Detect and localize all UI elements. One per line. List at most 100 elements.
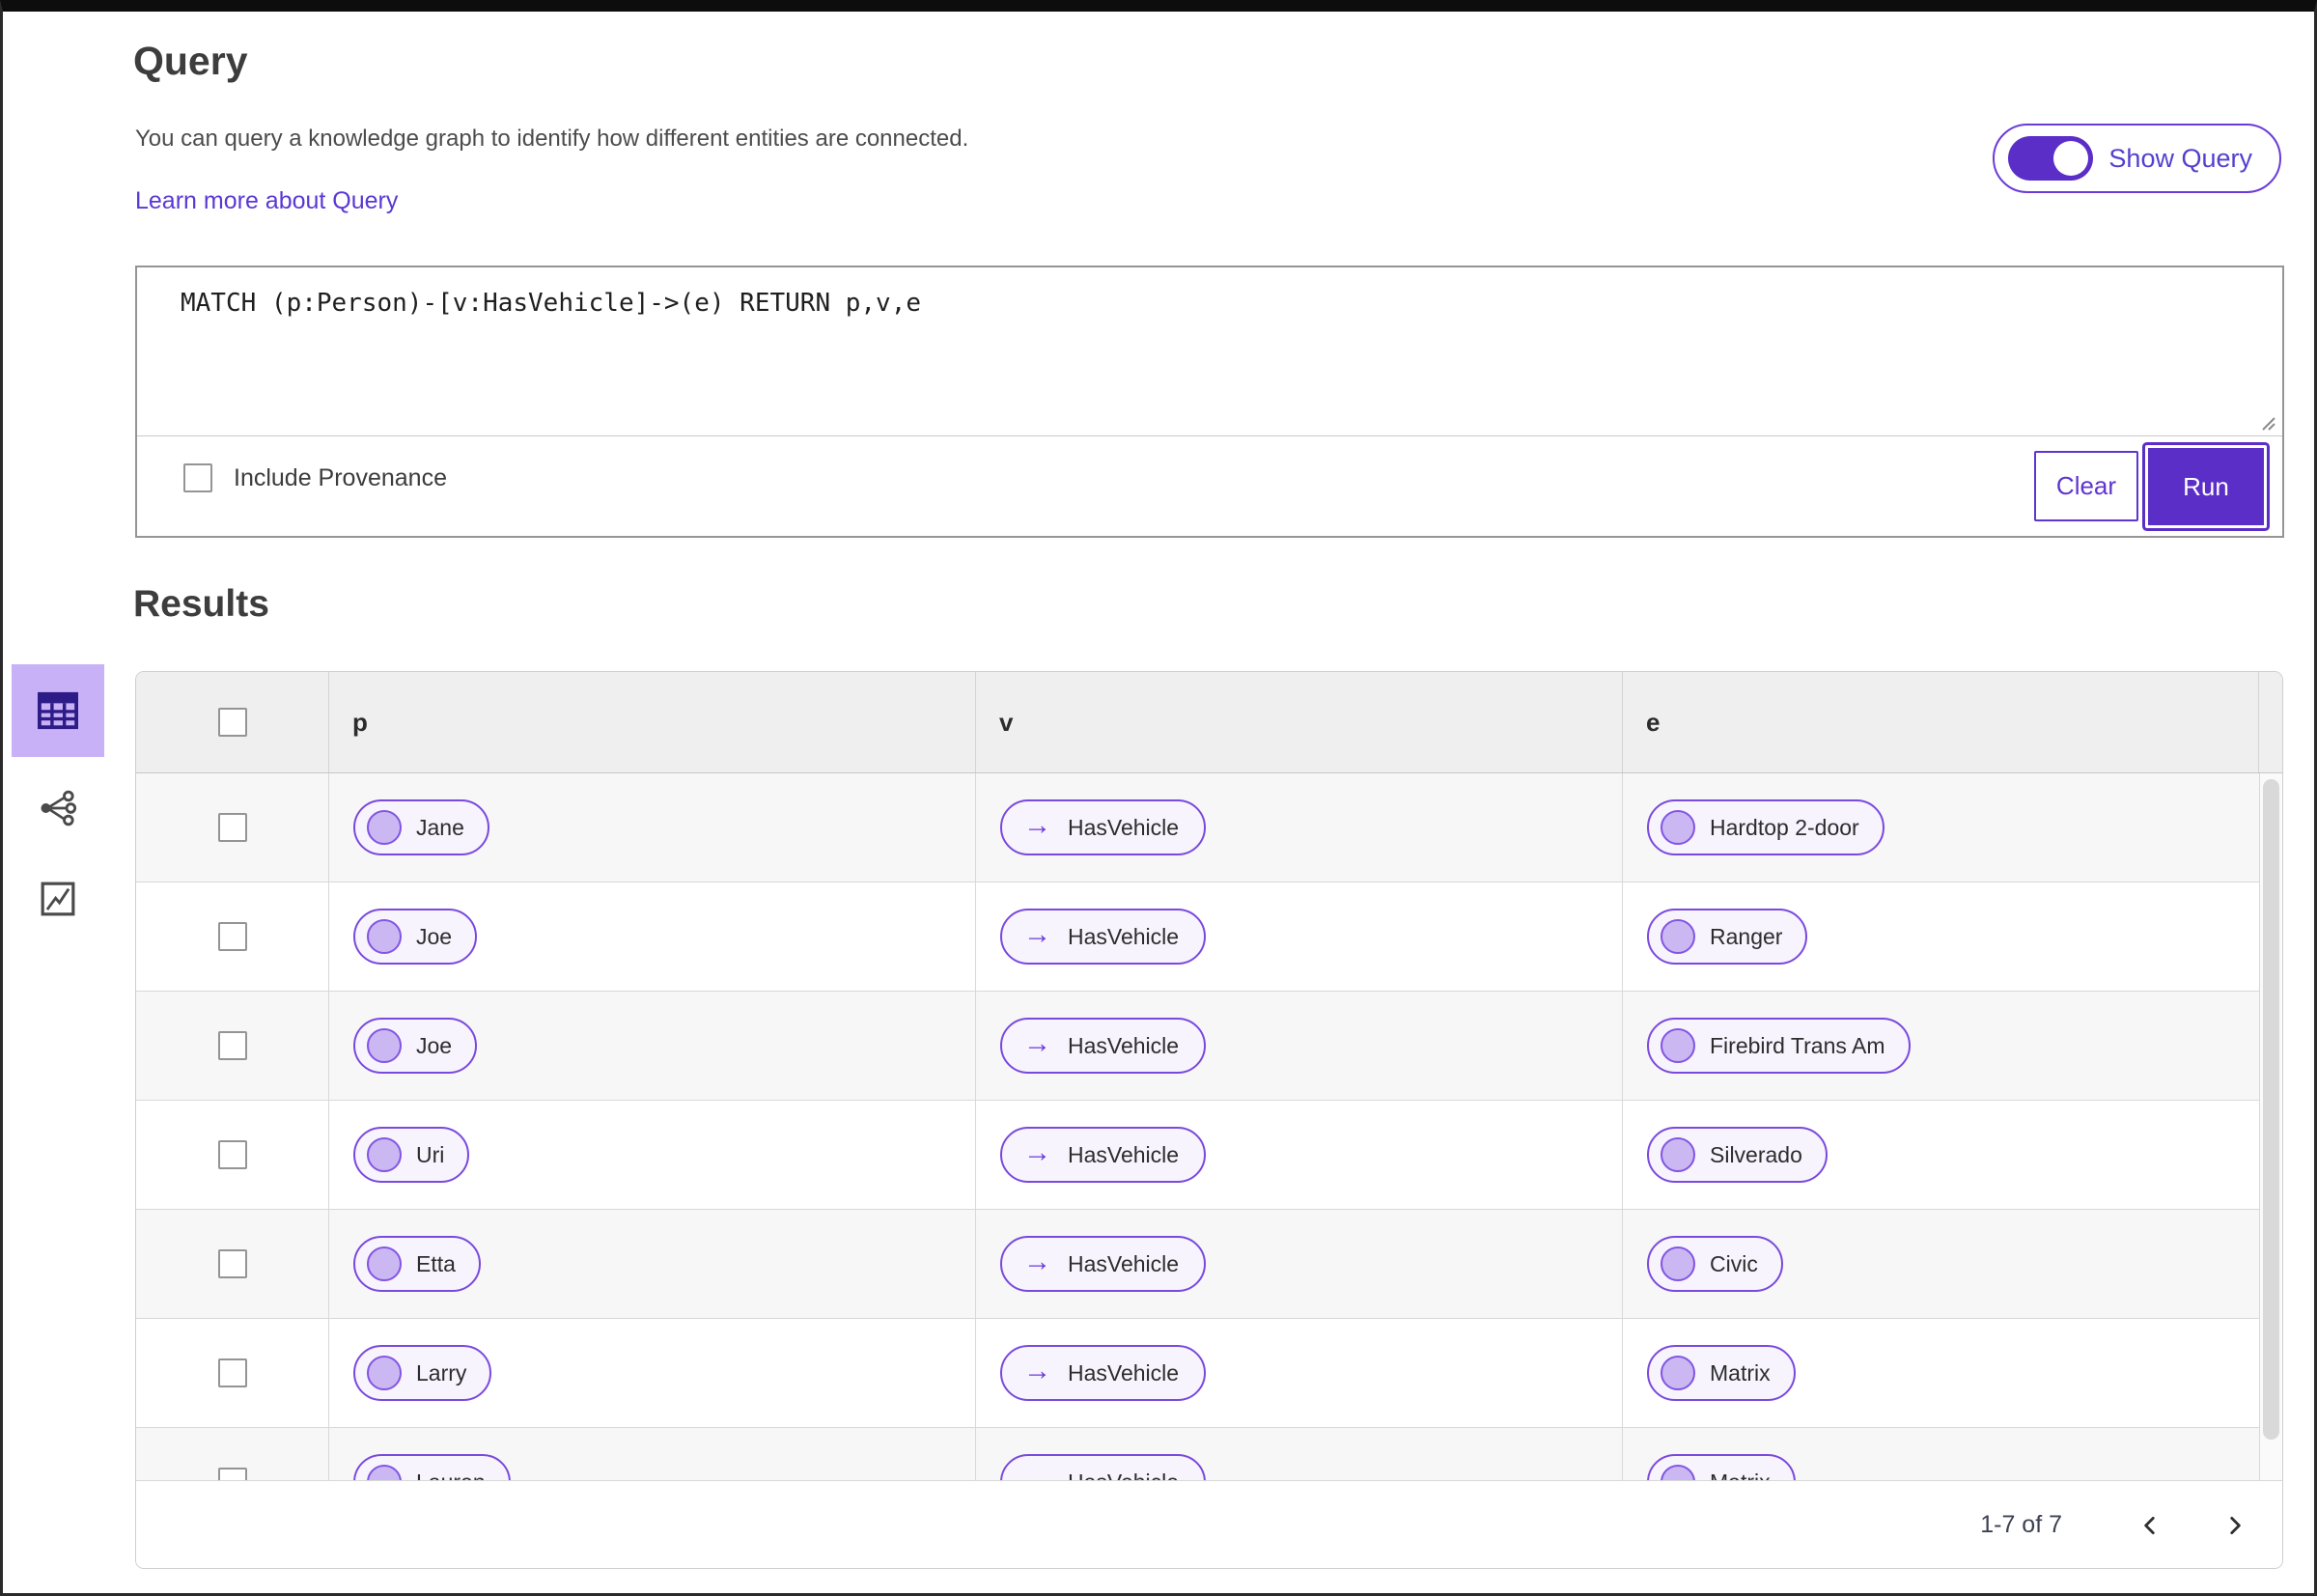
chart-view-button[interactable] <box>12 869 104 929</box>
node-pill-p[interactable]: Lauren <box>353 1454 511 1480</box>
learn-more-link[interactable]: Learn more about Query <box>135 187 398 215</box>
pagination-range-label: 1-7 of 7 <box>1980 1511 2062 1538</box>
v-edge-label: HasVehicle <box>1068 923 1180 949</box>
table-row: Lauren → HasVehicle Matrix <box>136 1428 2282 1480</box>
edge-pill-v[interactable]: → HasVehicle <box>1000 1018 1207 1074</box>
node-pill-p[interactable]: Joe <box>353 909 478 965</box>
row-checkbox[interactable] <box>217 813 247 842</box>
column-header-v: v <box>976 672 1623 772</box>
node-dot-icon <box>367 810 402 845</box>
node-pill-p[interactable]: Larry <box>353 1345 492 1401</box>
results-section-title: Results <box>133 583 269 625</box>
table-body: Jane → HasVehicle Hardtop 2-door Joe → H… <box>136 773 2282 1480</box>
table-view-button[interactable] <box>12 664 104 757</box>
e-cell: Civic <box>1623 1210 2282 1318</box>
show-query-toggle[interactable]: Show Query <box>1993 124 2281 193</box>
chart-view-icon <box>41 882 75 916</box>
row-checkbox[interactable] <box>217 1140 247 1169</box>
query-panel: MATCH (p:Person)-[v:HasVehicle]->(e) RET… <box>135 266 2284 538</box>
p-cell: Lauren <box>329 1428 976 1480</box>
node-pill-p[interactable]: Etta <box>353 1236 481 1292</box>
v-edge-label: HasVehicle <box>1068 1359 1180 1386</box>
row-select-cell <box>136 1210 329 1318</box>
edge-pill-v[interactable]: → HasVehicle <box>1000 1345 1207 1401</box>
node-pill-p[interactable]: Uri <box>353 1127 470 1183</box>
clear-button[interactable]: Clear <box>2034 451 2138 521</box>
e-node-label: Matrix <box>1710 1470 1771 1481</box>
edge-pill-v[interactable]: → HasVehicle <box>1000 799 1207 855</box>
p-node-label: Uri <box>416 1141 445 1167</box>
edge-pill-v[interactable]: → HasVehicle <box>1000 1127 1207 1183</box>
row-checkbox[interactable] <box>217 1468 247 1480</box>
column-header-p: p <box>329 672 976 772</box>
e-node-label: Ranger <box>1710 923 1783 949</box>
p-cell: Joe <box>329 992 976 1100</box>
node-dot-icon <box>367 1465 402 1480</box>
toggle-knob <box>2053 141 2089 176</box>
table-row: Joe → HasVehicle Firebird Trans Am <box>136 992 2282 1101</box>
row-select-cell <box>136 1428 329 1480</box>
e-node-label: Civic <box>1710 1250 1758 1276</box>
node-dot-icon <box>367 1028 402 1063</box>
e-cell: Matrix <box>1623 1428 2282 1480</box>
select-all-checkbox[interactable] <box>217 708 247 737</box>
table-row: Joe → HasVehicle Ranger <box>136 882 2282 992</box>
e-node-label: Firebird Trans Am <box>1710 1032 1885 1058</box>
graph-view-button[interactable] <box>12 778 104 838</box>
edge-pill-v[interactable]: → HasVehicle <box>1000 1454 1207 1480</box>
edge-arrow-icon: → <box>1023 1464 1051 1480</box>
next-page-button[interactable] <box>2222 1513 2247 1538</box>
table-row: Etta → HasVehicle Civic <box>136 1210 2282 1319</box>
node-pill-e[interactable]: Silverado <box>1647 1127 1828 1183</box>
run-button[interactable]: Run <box>2145 445 2267 528</box>
p-cell: Jane <box>329 773 976 882</box>
edge-arrow-icon: → <box>1023 1246 1051 1277</box>
previous-page-button[interactable] <box>2137 1513 2163 1538</box>
node-pill-e[interactable]: Firebird Trans Am <box>1647 1018 1911 1074</box>
node-pill-e[interactable]: Ranger <box>1647 909 1808 965</box>
node-dot-icon <box>1661 1465 1695 1480</box>
p-node-label: Etta <box>416 1250 456 1276</box>
toggle-switch-icon[interactable] <box>2008 136 2094 181</box>
v-cell: → HasVehicle <box>976 992 1623 1100</box>
include-provenance-checkbox[interactable] <box>183 463 212 492</box>
resize-handle-icon[interactable] <box>2257 412 2276 432</box>
node-pill-e[interactable]: Matrix <box>1647 1454 1796 1480</box>
query-editor[interactable]: MATCH (p:Person)-[v:HasVehicle]->(e) RET… <box>137 267 2282 435</box>
query-section-title: Query <box>133 39 248 83</box>
row-select-cell <box>136 1101 329 1209</box>
p-node-label: Lauren <box>416 1470 486 1481</box>
edge-pill-v[interactable]: → HasVehicle <box>1000 1236 1207 1292</box>
p-node-label: Joe <box>416 1032 453 1058</box>
p-cell: Larry <box>329 1319 976 1427</box>
scrollbar-header-stub <box>2259 672 2282 772</box>
v-cell: → HasVehicle <box>976 1428 1623 1480</box>
show-query-label: Show Query <box>2108 143 2252 173</box>
row-select-cell <box>136 882 329 991</box>
edge-pill-v[interactable]: → HasVehicle <box>1000 909 1207 965</box>
node-dot-icon <box>1661 919 1695 954</box>
row-select-cell <box>136 773 329 882</box>
node-pill-e[interactable]: Hardtop 2-door <box>1647 799 1884 855</box>
node-pill-e[interactable]: Civic <box>1647 1236 1783 1292</box>
p-cell: Uri <box>329 1101 976 1209</box>
include-provenance-option[interactable]: Include Provenance <box>183 463 447 492</box>
row-checkbox[interactable] <box>217 922 247 951</box>
table-header-row: p v e <box>136 672 2282 773</box>
table-row: Jane → HasVehicle Hardtop 2-door <box>136 773 2282 882</box>
node-pill-e[interactable]: Matrix <box>1647 1345 1796 1401</box>
scrollbar-thumb[interactable] <box>2263 779 2279 1440</box>
edge-arrow-icon: → <box>1023 809 1051 841</box>
node-pill-p[interactable]: Joe <box>353 1018 478 1074</box>
e-cell: Hardtop 2-door <box>1623 773 2282 882</box>
row-select-cell <box>136 1319 329 1427</box>
vertical-scrollbar[interactable] <box>2259 773 2282 1480</box>
node-pill-p[interactable]: Jane <box>353 799 489 855</box>
row-checkbox[interactable] <box>217 1249 247 1278</box>
column-header-e: e <box>1623 672 2259 772</box>
row-checkbox[interactable] <box>217 1358 247 1387</box>
v-edge-label: HasVehicle <box>1068 1250 1180 1276</box>
row-select-cell <box>136 992 329 1100</box>
node-dot-icon <box>367 919 402 954</box>
row-checkbox[interactable] <box>217 1031 247 1060</box>
